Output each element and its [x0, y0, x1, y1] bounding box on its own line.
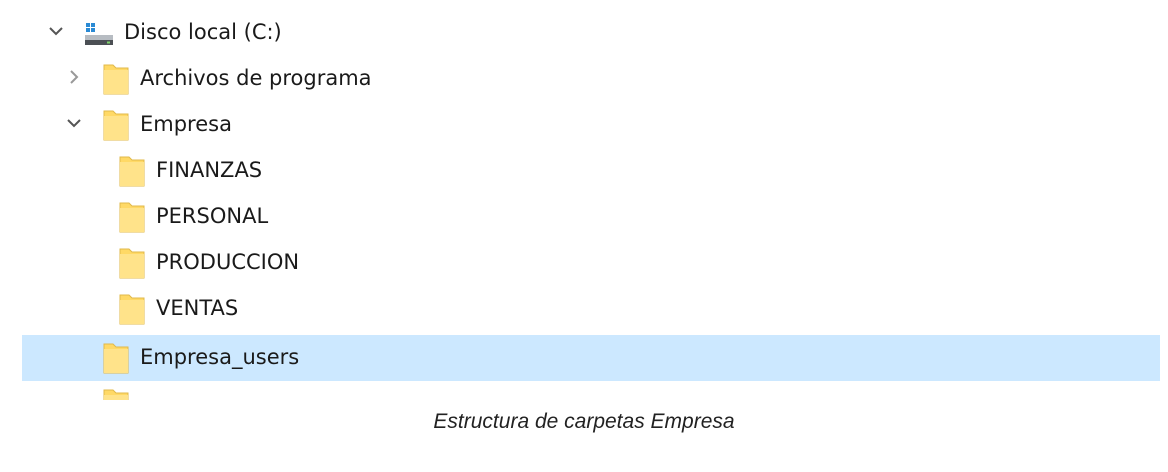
folder-icon: [102, 387, 130, 400]
folder-icon: [118, 292, 146, 326]
tree-item-label: Disco local (C:): [124, 20, 282, 44]
figure-caption: Estructura de carpetas Empresa: [433, 410, 735, 433]
tree-item-label: VENTAS: [156, 296, 239, 320]
tree-item-archivos-de-programa[interactable]: Archivos de programa: [22, 56, 1160, 102]
chevron-down-icon[interactable]: [48, 23, 64, 39]
chevron-right-icon[interactable]: [66, 69, 82, 85]
folder-icon: [102, 108, 130, 142]
tree-item-personal[interactable]: PERSONAL: [22, 194, 1160, 240]
folder-icon: [118, 200, 146, 234]
tree-item-empresa-users[interactable]: Empresa_users: [22, 335, 1160, 381]
tree-item-label: PERSONAL: [156, 204, 269, 228]
tree-item-drive[interactable]: Disco local (C:): [22, 10, 1160, 56]
folder-icon: [118, 246, 146, 280]
tree-item-label: PRODUCCION: [156, 250, 300, 274]
folder-tree: Disco local (C:) Archivos de programa Em…: [0, 0, 1168, 400]
tree-item-label: Empresa_users: [140, 345, 300, 369]
tree-item-finanzas[interactable]: FINANZAS: [22, 148, 1160, 194]
tree-item-partial[interactable]: [22, 381, 1160, 400]
tree-item-label: Archivos de programa: [140, 66, 372, 90]
drive-icon: [84, 22, 114, 48]
tree-item-label: Empresa: [140, 112, 232, 136]
tree-item-empresa[interactable]: Empresa: [22, 102, 1160, 148]
tree-item-produccion[interactable]: PRODUCCION: [22, 240, 1160, 286]
folder-icon: [102, 62, 130, 96]
tree-item-label: FINANZAS: [156, 158, 263, 182]
tree-item-ventas[interactable]: VENTAS: [22, 286, 1160, 332]
chevron-down-icon[interactable]: [66, 115, 82, 131]
folder-icon: [102, 341, 130, 375]
folder-icon: [118, 154, 146, 188]
